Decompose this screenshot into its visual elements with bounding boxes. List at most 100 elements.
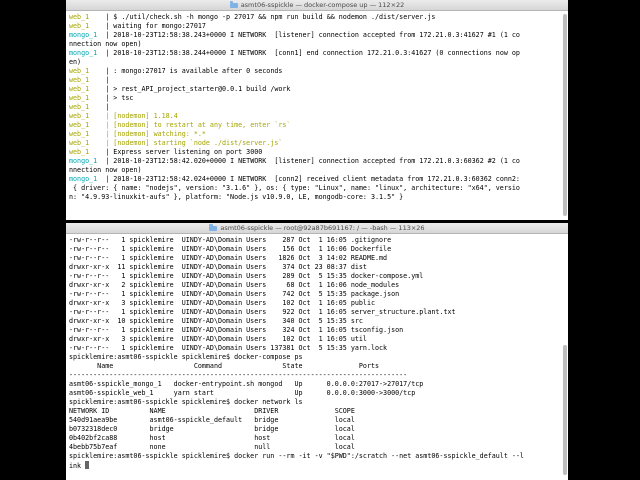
terminal-text: nnection now open) (69, 40, 142, 48)
terminal-line: 0b402bf2ca88 host host local (69, 434, 565, 443)
terminal-text: n: "4.9.93-linuxkit-aufs" }, platform: "… (69, 193, 404, 201)
terminal-line: -rw-r--r-- 1 spicklemire UINDY-AD\Domain… (69, 272, 565, 281)
folder-icon (209, 224, 218, 231)
terminal-line: web_1 | waiting for mongo:27017 (69, 22, 565, 31)
terminal-line: web_1 | > rest_API_project_starter@0.0.1… (69, 85, 565, 94)
terminal-text: -rw-r--r-- 1 spicklemire UINDY-AD\Domain… (69, 344, 388, 352)
terminal-text: web_1 (69, 130, 106, 138)
terminal-text: web_1 (69, 85, 106, 93)
folder-icon (229, 1, 238, 8)
terminal-text: en) (69, 58, 82, 66)
terminal-text: web_1 (69, 121, 106, 129)
terminal-text: Name Command State Ports (69, 362, 380, 370)
window-titlebar[interactable]: asmt06-sspickle — root@92a87b691167: / —… (66, 223, 568, 234)
terminal-line: web_1 | (69, 76, 565, 85)
terminal-line: drwxr-xr-x 11 spicklemire UINDY-AD\Domai… (69, 263, 565, 272)
terminal-line: spicklemire:asmt06-sspickle spicklemire$… (69, 353, 565, 362)
terminal-text: | [nodemon] watching: *.* (105, 130, 206, 138)
terminal-text: | > rest_API_project_starter@0.0.1 build… (105, 85, 291, 93)
terminal-line: ink (69, 461, 565, 470)
terminal-line: web_1 | Express server listening on port… (69, 148, 565, 157)
terminal-line: drwxr-xr-x 3 spicklemire UINDY-AD\Domain… (69, 299, 565, 308)
terminal-text: web_1 (69, 139, 106, 147)
terminal-line: drwxr-xr-x 3 spicklemire UINDY-AD\Domain… (69, 335, 565, 344)
terminal-text: web_1 (69, 76, 106, 84)
terminal-text: spicklemire:asmt06-sspickle spicklemire$… (69, 452, 524, 460)
terminal-window-docker-compose[interactable]: asmt06-sspickle — docker-compose up — 11… (66, 0, 568, 220)
terminal-text: spicklemire:asmt06-sspickle spicklemire$… (69, 398, 303, 406)
terminal-text: drwxr-xr-x 3 spicklemire UINDY-AD\Domain… (69, 299, 375, 307)
terminal-text: | [nodemon] starting `node ./dist/server… (105, 139, 283, 147)
terminal-text: | : mongo:27017 is available after 0 sec… (105, 67, 283, 75)
terminal-text: 540d91aea9be asmt06-sspickle_default bri… (69, 416, 355, 424)
terminal-line: NETWORK ID NAME DRIVER SCOPE (69, 407, 565, 416)
terminal-line: -rw-r--r-- 1 spicklemire UINDY-AD\Domain… (69, 236, 565, 245)
terminal-line: { driver: { name: "nodejs", version: "3.… (69, 184, 565, 193)
terminal-window-bash[interactable]: asmt06-sspickle — root@92a87b691167: / —… (66, 223, 568, 480)
terminal-text: nnection now open) (69, 166, 142, 174)
terminal-text: | 2018-10-23T12:58:38.244+0000 I NETWORK… (105, 49, 520, 57)
terminal-line: nnection now open) (69, 40, 565, 49)
terminal-line: asmt06-sspickle_web_1 yarn start Up 0.0.… (69, 389, 565, 398)
terminal-output[interactable]: -rw-r--r-- 1 spicklemire UINDY-AD\Domain… (66, 234, 568, 470)
terminal-line: en) (69, 58, 565, 67)
terminal-line: -rw-r--r-- 1 spicklemire UINDY-AD\Domain… (69, 290, 565, 299)
terminal-text: drwxr-xr-x 11 spicklemire UINDY-AD\Domai… (69, 263, 367, 271)
terminal-text: web_1 (69, 13, 106, 21)
terminal-line: nnection now open) (69, 166, 565, 175)
terminal-text: web_1 (69, 148, 106, 156)
terminal-line: asmt06-sspickle_mongo_1 docker-entrypoin… (69, 380, 565, 389)
terminal-text: NETWORK ID NAME DRIVER SCOPE (69, 407, 355, 415)
terminal-line: drwxr-xr-x 2 spicklemire UINDY-AD\Domain… (69, 281, 565, 290)
terminal-text: 0b402bf2ca88 host host local (69, 434, 355, 442)
terminal-line: mongo_1 | 2018-10-23T12:58:38.244+0000 I… (69, 49, 565, 58)
terminal-text: | [nodemon] to restart at any time, ente… (105, 121, 291, 129)
terminal-line: web_1 | [nodemon] 1.18.4 (69, 112, 565, 121)
terminal-text: web_1 (69, 112, 106, 120)
terminal-line: web_1 | $ ./util/check.sh -h mongo -p 27… (69, 13, 565, 22)
terminal-text: drwxr-xr-x 2 spicklemire UINDY-AD\Domain… (69, 281, 400, 289)
terminal-text: | 2018-10-23T12:58:38.243+0000 I NETWORK… (105, 31, 520, 39)
terminal-text: -rw-r--r-- 1 spicklemire UINDY-AD\Domain… (69, 272, 424, 280)
terminal-text: 4bebb75b7eaf none null local (69, 443, 355, 451)
terminal-text: -rw-r--r-- 1 spicklemire UINDY-AD\Domain… (69, 254, 388, 262)
terminal-text: | $ ./util/check.sh -h mongo -p 27017 &&… (105, 13, 436, 21)
terminal-text: -rw-r--r-- 1 spicklemire UINDY-AD\Domain… (69, 245, 392, 253)
terminal-line: mongo_1 | 2018-10-23T12:58:42.024+0000 I… (69, 175, 565, 184)
terminal-text: -rw-r--r-- 1 spicklemire UINDY-AD\Domain… (69, 236, 392, 244)
terminal-line: web_1 | (69, 103, 565, 112)
terminal-line: Name Command State Ports (69, 362, 565, 371)
terminal-line: web_1 | [nodemon] to restart at any time… (69, 121, 565, 130)
terminal-text: web_1 (69, 67, 106, 75)
window-title: asmt06-sspickle — docker-compose up — 11… (240, 1, 405, 9)
terminal-line: web_1 | > tsc (69, 94, 565, 103)
scrollbar[interactable] (563, 345, 567, 475)
terminal-line: ----------------------------------------… (69, 371, 565, 380)
terminal-line: web_1 | [nodemon] starting `node ./dist/… (69, 139, 565, 148)
terminal-line: -rw-r--r-- 1 spicklemire UINDY-AD\Domain… (69, 344, 565, 353)
terminal-text: drwxr-xr-x 10 spicklemire UINDY-AD\Domai… (69, 317, 363, 325)
terminal-line: -rw-r--r-- 1 spicklemire UINDY-AD\Domain… (69, 245, 565, 254)
window-titlebar[interactable]: asmt06-sspickle — docker-compose up — 11… (66, 0, 568, 11)
terminal-text: spicklemire:asmt06-sspickle spicklemire$… (69, 353, 303, 361)
terminal-text: web_1 (69, 22, 106, 30)
terminal-text: asmt06-sspickle_mongo_1 docker-entrypoin… (69, 380, 424, 388)
terminal-line: 540d91aea9be asmt06-sspickle_default bri… (69, 416, 565, 425)
terminal-text: web_1 (69, 103, 106, 111)
terminal-line: mongo_1 | 2018-10-23T12:58:38.243+0000 I… (69, 31, 565, 40)
window-title: asmt06-sspickle — root@92a87b691167: / —… (220, 224, 425, 232)
text-cursor (85, 461, 90, 469)
terminal-text: -rw-r--r-- 1 spicklemire UINDY-AD\Domain… (69, 290, 400, 298)
terminal-line: spicklemire:asmt06-sspickle spicklemire$… (69, 398, 565, 407)
terminal-line: web_1 | : mongo:27017 is available after… (69, 67, 565, 76)
terminal-text: drwxr-xr-x 3 spicklemire UINDY-AD\Domain… (69, 335, 367, 343)
scrollbar[interactable] (563, 14, 567, 216)
terminal-text: mongo_1 (69, 157, 106, 165)
terminal-line: spicklemire:asmt06-sspickle spicklemire$… (69, 452, 565, 461)
terminal-text: | (105, 76, 110, 84)
terminal-text: mongo_1 (69, 49, 106, 57)
terminal-text: asmt06-sspickle_web_1 yarn start Up 0.0.… (69, 389, 416, 397)
terminal-text: -rw-r--r-- 1 spicklemire UINDY-AD\Domain… (69, 326, 404, 334)
terminal-output[interactable]: web_1 | $ ./util/check.sh -h mongo -p 27… (66, 11, 568, 202)
terminal-line: -rw-r--r-- 1 spicklemire UINDY-AD\Domain… (69, 326, 565, 335)
